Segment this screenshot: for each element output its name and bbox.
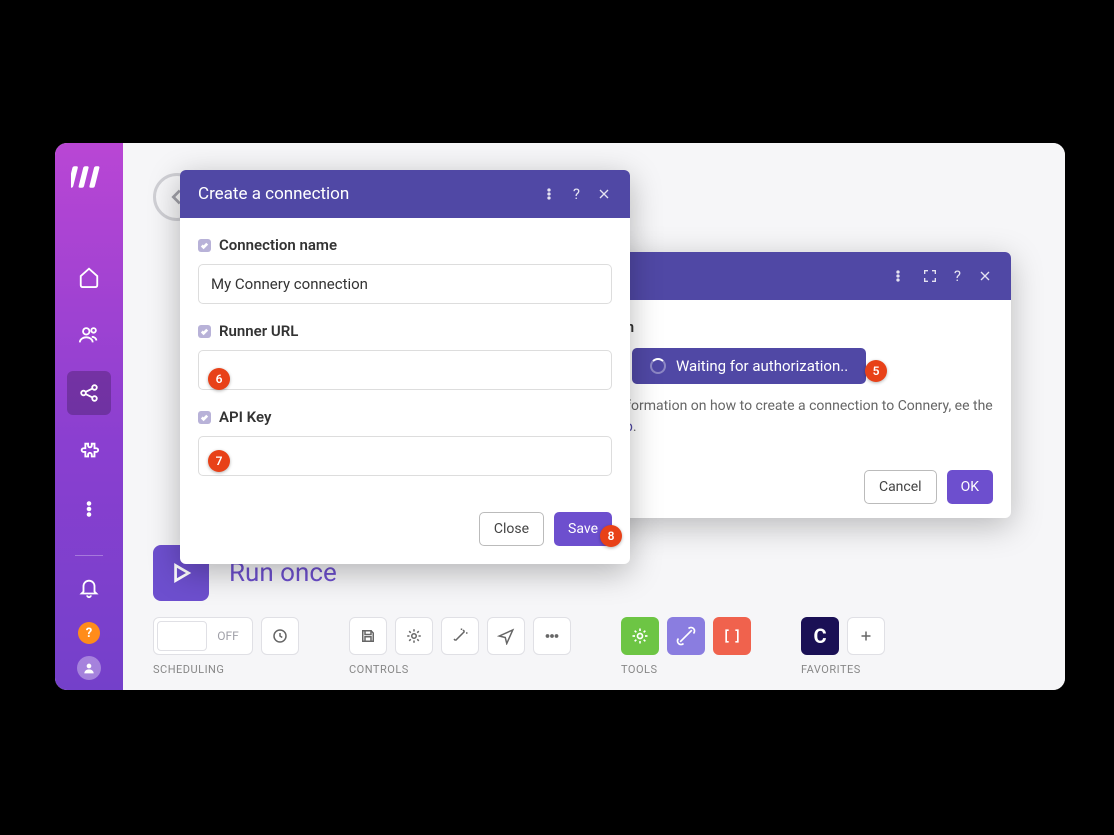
field-connection-name: Connection name <box>198 236 612 304</box>
create-connection-title: Create a connection <box>198 184 349 204</box>
annotation-5: 5 <box>865 360 887 382</box>
api-key-input[interactable] <box>198 436 612 476</box>
tool-green[interactable] <box>621 617 659 655</box>
create-connection-actions: ? <box>541 185 612 203</box>
tool-orange[interactable] <box>713 617 751 655</box>
waiting-auth-button[interactable]: Waiting for authorization.. <box>632 348 866 384</box>
scheduling-group: OFF SCHEDULING <box>153 617 299 676</box>
toggle-off-label: OFF <box>207 629 249 643</box>
runner-url-input[interactable] <box>198 350 612 390</box>
create-connection-header: Create a connection ? <box>180 170 630 218</box>
annotation-7: 7 <box>208 450 230 472</box>
controls-label: CONTROLS <box>349 663 571 676</box>
ok-button[interactable]: OK <box>947 470 993 504</box>
create-connection-footer: Close Save <box>180 500 630 564</box>
controls-group: CONTROLS <box>349 617 571 676</box>
control-save[interactable] <box>349 617 387 655</box>
home-icon <box>78 266 100 288</box>
connery-modal-actions: ? <box>890 267 993 285</box>
nav-items <box>55 255 123 566</box>
control-more[interactable] <box>533 617 571 655</box>
create-connection-modal: Create a connection ? Connection name Ru… <box>180 170 630 564</box>
dots-icon <box>543 627 561 645</box>
scheduling-label: SCHEDULING <box>153 663 299 676</box>
nav-more[interactable] <box>67 487 111 531</box>
more-vert-icon[interactable] <box>890 268 906 284</box>
favorites-label: FAVORITES <box>801 663 885 676</box>
tool-purple[interactable] <box>667 617 705 655</box>
close-icon[interactable] <box>596 186 612 202</box>
control-plane[interactable] <box>487 617 525 655</box>
sidebar: ? <box>55 143 123 690</box>
favorites-group: C FAVORITES <box>801 617 885 676</box>
toolbar-row: OFF SCHEDULING <box>153 617 1035 676</box>
nav-divider <box>75 555 103 556</box>
more-icon <box>78 498 100 520</box>
nav-bell[interactable] <box>67 566 111 610</box>
check-icon <box>198 239 211 252</box>
bottom-bar: Run once OFF SCHEDULING <box>153 545 1035 676</box>
connection-name-label: Connection name <box>219 236 337 254</box>
control-wand[interactable] <box>441 617 479 655</box>
bell-icon <box>78 577 100 599</box>
close-icon[interactable] <box>977 268 993 284</box>
cancel-button[interactable]: Cancel <box>864 470 937 504</box>
clock-icon <box>271 627 289 645</box>
brackets-icon <box>722 626 742 646</box>
logo <box>71 159 107 195</box>
cog-icon <box>630 626 650 646</box>
wand-icon <box>451 627 469 645</box>
annotation-6: 6 <box>208 368 230 390</box>
help-icon[interactable]: ? <box>573 185 580 203</box>
nav-home[interactable] <box>67 255 111 299</box>
annotation-8: 8 <box>600 525 622 547</box>
close-button[interactable]: Close <box>479 512 544 546</box>
favorite-add[interactable] <box>847 617 885 655</box>
nav-bottom: ? <box>67 566 111 690</box>
check-icon <box>198 325 211 338</box>
runner-url-label: Runner URL <box>219 322 298 340</box>
puzzle-icon <box>78 440 100 462</box>
help-icon[interactable]: ? <box>954 267 961 285</box>
avatar[interactable] <box>77 656 101 680</box>
field-api-key: API Key <box>198 408 612 476</box>
schedule-clock[interactable] <box>261 617 299 655</box>
users-icon <box>78 324 100 346</box>
check-icon <box>198 411 211 424</box>
toggle-knob <box>157 621 207 651</box>
tools-label: TOOLS <box>621 663 751 676</box>
share-icon <box>78 382 100 404</box>
plus-icon <box>857 627 875 645</box>
create-connection-body: Connection name Runner URL API Key <box>180 218 630 500</box>
nav-users[interactable] <box>67 313 111 357</box>
nav-share[interactable] <box>67 371 111 415</box>
expand-icon[interactable] <box>922 268 938 284</box>
wrench-icon <box>676 626 696 646</box>
gear-icon <box>405 627 423 645</box>
control-settings[interactable] <box>395 617 433 655</box>
nav-puzzle[interactable] <box>67 429 111 473</box>
spinner-icon <box>650 358 666 374</box>
help-badge[interactable]: ? <box>78 622 100 644</box>
field-runner-url: Runner URL <box>198 322 612 390</box>
more-vert-icon[interactable] <box>541 186 557 202</box>
scheduling-toggle[interactable]: OFF <box>153 617 253 655</box>
user-icon <box>81 660 97 676</box>
plane-icon <box>497 627 515 645</box>
tools-group: TOOLS <box>621 617 751 676</box>
connection-name-input[interactable] <box>198 264 612 304</box>
favorite-c[interactable]: C <box>801 617 839 655</box>
save-icon <box>359 627 377 645</box>
api-key-label: API Key <box>219 408 271 426</box>
